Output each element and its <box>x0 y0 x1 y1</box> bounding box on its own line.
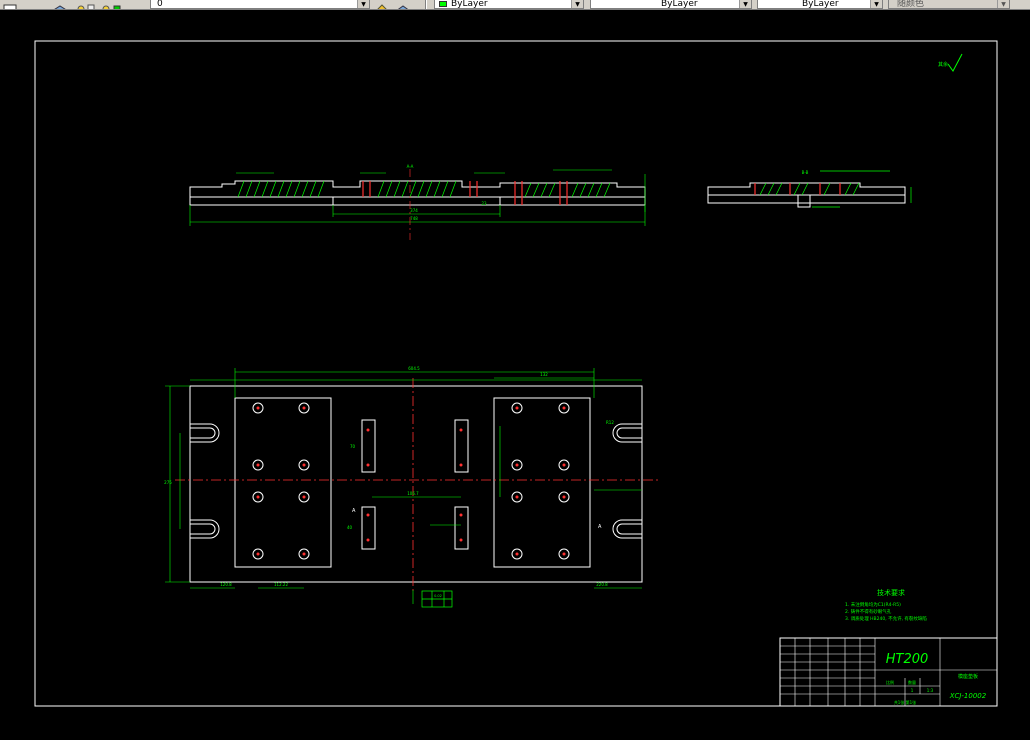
plotstyle-value: 随颜色 <box>897 0 925 9</box>
middle-slots <box>361 419 469 550</box>
dim-left-spacing: 120.8 <box>220 582 232 587</box>
dim-hole-label: R12 <box>606 420 614 425</box>
u-slot-left-bottom <box>190 519 220 539</box>
u-slot-right-bottom <box>612 519 642 539</box>
plan-view: 0.02 604.5 132 275 120.8 112.22 220.8 10… <box>164 366 660 608</box>
qty-label: 数量 <box>908 679 916 685</box>
lineweight-dropdown[interactable]: ByLayer ▼ <box>757 0 883 9</box>
roughness-note: 其余 <box>938 61 948 68</box>
layer-manager-button[interactable] <box>2 0 20 9</box>
plotstyle-dropdown[interactable]: 随颜色 ▼ <box>888 0 1010 9</box>
layer-state-icons[interactable] <box>48 0 148 9</box>
section-a-flat-length: 374 <box>410 208 418 213</box>
properties-toolbar: 0 ▼ ByLayer ▼ ByLayer ▼ ByLayer ▼ 随颜色 ▼ <box>0 0 1030 10</box>
section-view-b: B-B <box>707 170 912 208</box>
make-current-button[interactable] <box>372 0 416 9</box>
section-marker-a-left: A <box>352 508 356 514</box>
tech-title: 技术要求 <box>877 588 905 597</box>
chevron-down-icon: ▼ <box>997 0 1009 8</box>
u-slot-left-top <box>190 423 220 443</box>
cad-drawing[interactable]: 其余 A-A 748 374 23 B-B 0.02 604.5 132 275… <box>0 10 1030 735</box>
drawing-number: XCJ-10002 <box>949 692 987 700</box>
section-view-a: A-A 748 374 23 <box>189 164 646 240</box>
color-swatch-icon <box>439 1 447 7</box>
gdt-value: 0.02 <box>434 594 442 598</box>
tech-item-3: 3. 调质处理 HB240, 不允许, 有裂纹缺陷 <box>845 615 927 622</box>
right-pad <box>493 397 591 568</box>
material-label: HT200 <box>886 652 929 667</box>
tech-requirements: 技术要求 1. 未注倒角均为C1(R4-R5) 2. 铸件不得有砂眼气孔 3. … <box>845 588 927 622</box>
scale-label: 比例 <box>886 679 894 685</box>
chevron-down-icon: ▼ <box>357 0 369 8</box>
dim-left-pitch: 112.22 <box>274 582 288 587</box>
dim-top-right: 132 <box>540 372 548 377</box>
qty-value: 1 <box>911 688 914 693</box>
color-dropdown[interactable]: ByLayer ▼ <box>434 0 584 9</box>
chevron-down-icon: ▼ <box>870 0 882 8</box>
part-name: 模座垫板 <box>958 673 978 680</box>
dim-overall-width: 604.5 <box>408 366 420 371</box>
scale-value: 1:3 <box>927 688 934 693</box>
linetype-dropdown[interactable]: ByLayer ▼ <box>590 0 752 9</box>
layer-value: 0 <box>157 0 163 9</box>
u-slot-right-top <box>612 423 642 443</box>
chevron-down-icon: ▼ <box>571 0 583 8</box>
drawing-canvas[interactable]: 其余 A-A 748 374 23 B-B 0.02 604.5 132 275… <box>0 10 1030 735</box>
left-pad <box>234 397 332 568</box>
chevron-down-icon: ▼ <box>739 0 751 8</box>
tech-item-2: 2. 铸件不得有砂眼气孔 <box>845 608 892 615</box>
section-marker-a-right: A <box>598 524 602 530</box>
dim-slot-b: 70 <box>350 444 356 449</box>
section-a-length: 748 <box>410 216 418 221</box>
title-block: HT200 模座垫板 XCJ-10002 比例 1:3 共1张 第1张 数量 1 <box>779 637 998 707</box>
color-value: ByLayer <box>451 0 488 9</box>
dim-center-offset: 106.7 <box>407 491 419 496</box>
lineweight-value: ByLayer <box>802 0 839 9</box>
left-pad-holes <box>252 402 570 560</box>
dim-overall-height: 275 <box>164 480 172 485</box>
toolbar-separator <box>425 0 427 9</box>
dim-slot-a: 40 <box>347 525 353 530</box>
section-a-label: A-A <box>407 164 414 169</box>
layer-dropdown[interactable]: 0 ▼ <box>150 0 370 9</box>
roughness-symbol <box>947 53 963 72</box>
sheet-label: 共1张 第1张 <box>894 699 916 705</box>
section-a-depth: 23 <box>481 201 487 206</box>
section-b-label: B-B <box>802 170 809 175</box>
dim-right-spacing: 220.8 <box>596 582 608 587</box>
linetype-value: ByLayer <box>661 0 698 9</box>
tech-item-1: 1. 未注倒角均为C1(R4-R5) <box>845 601 901 608</box>
